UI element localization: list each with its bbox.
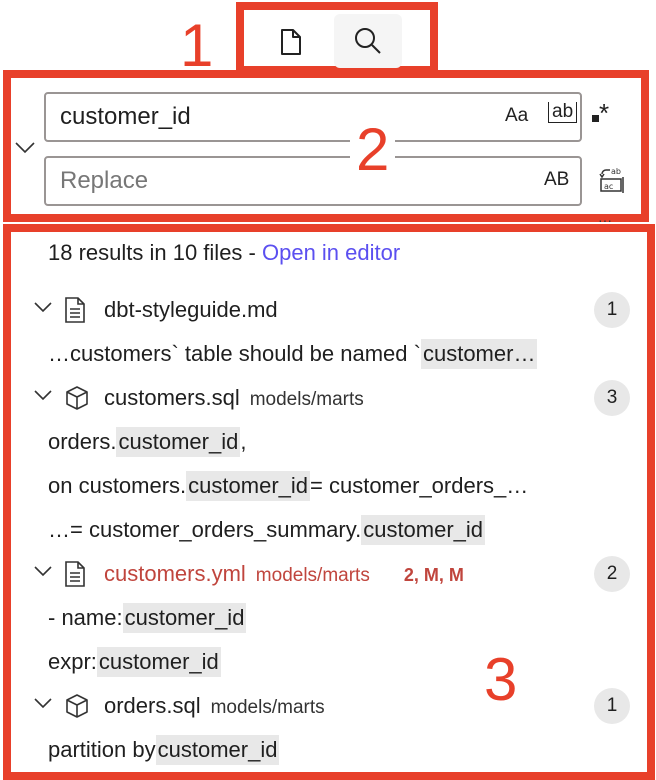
match-count-badge: 3: [594, 380, 630, 416]
annotation-label-2: 2: [350, 120, 396, 180]
preserve-case-toggle[interactable]: AB: [544, 169, 569, 191]
file-icon: [281, 29, 301, 55]
document-icon: [64, 297, 86, 329]
file-entry: dbt-styleguide.md: [104, 297, 278, 323]
toggle-replace-chevron-icon[interactable]: [14, 140, 36, 154]
match-line[interactable]: …customers` table should be named ` custo…: [0, 332, 640, 376]
chevron-down-icon[interactable]: [34, 389, 52, 401]
chevron-down-icon[interactable]: [34, 301, 52, 313]
match-case-toggle[interactable]: Aa: [505, 105, 528, 127]
match-whole-word-toggle[interactable]: ab: [548, 102, 578, 123]
file-result[interactable]: dbt-styleguide.md 1: [0, 288, 640, 332]
tab-explorer[interactable]: [266, 20, 316, 64]
match-prefix: orders.: [48, 429, 117, 454]
replace-placeholder: Replace: [60, 167, 149, 194]
search-icon: [355, 28, 381, 54]
cube-icon: [64, 385, 90, 417]
file-path: models/marts: [249, 389, 364, 410]
annotation-label-3: 3: [484, 646, 518, 713]
match-highlight: customer_id: [186, 471, 311, 501]
chevron-down-icon[interactable]: [34, 697, 52, 709]
search-input[interactable]: customer_id: [44, 92, 582, 142]
match-line[interactable]: partition by customer_id: [0, 728, 640, 772]
match-prefix: - name:: [48, 605, 123, 630]
annotation-label-1: 1: [180, 12, 214, 79]
use-regex-toggle[interactable]: *: [592, 98, 609, 129]
file-entry: orders.sql models/marts: [104, 693, 325, 719]
file-path: models/marts: [210, 697, 325, 718]
match-highlight: customer_id: [122, 603, 247, 633]
match-highlight: customer…: [420, 339, 538, 369]
file-name: customers.yml: [104, 561, 246, 586]
file-result[interactable]: orders.sql models/marts 1: [0, 684, 640, 728]
tab-search[interactable]: [334, 14, 402, 68]
match-suffix: ,: [240, 429, 247, 454]
match-highlight: customer_id: [361, 515, 486, 545]
match-prefix: …= customer_orders_summary.: [48, 517, 362, 542]
file-name: customers.sql: [104, 385, 240, 410]
file-status: 2, M, M: [403, 565, 464, 585]
file-entry: customers.sql models/marts: [104, 385, 364, 411]
file-name: orders.sql: [104, 693, 201, 718]
document-icon: [64, 561, 86, 593]
more-dots: ···: [598, 212, 612, 228]
replace-input[interactable]: Replace: [44, 156, 582, 206]
match-line[interactable]: on customers. customer_id = customer_orde…: [0, 464, 640, 508]
open-in-editor-link[interactable]: Open in editor: [262, 240, 400, 265]
chevron-down-icon[interactable]: [34, 565, 52, 577]
file-name: dbt-styleguide.md: [104, 297, 278, 322]
match-line[interactable]: …= customer_orders_summary. customer_id: [0, 508, 640, 552]
file-path: models/marts: [255, 565, 370, 586]
match-line[interactable]: expr: customer_id: [0, 640, 640, 684]
match-count-badge: 2: [594, 556, 630, 592]
match-highlight: customer_id: [155, 735, 280, 765]
file-result[interactable]: customers.sql models/marts 3: [0, 376, 640, 420]
replace-all-icon[interactable]: ab ac: [598, 165, 626, 193]
match-count-badge: 1: [594, 688, 630, 724]
match-prefix: on customers.: [48, 473, 187, 498]
cube-icon: [64, 693, 90, 725]
match-prefix: …customers` table should be named `: [48, 341, 421, 366]
search-value: customer_id: [60, 103, 191, 130]
match-highlight: customer_id: [96, 647, 221, 677]
match-suffix: = customer_orders_…: [310, 473, 529, 498]
file-entry: customers.yml models/marts 2, M, M: [104, 561, 464, 587]
match-line[interactable]: orders. customer_id,: [0, 420, 640, 464]
results-summary: 18 results in 10 files - Open in editor: [48, 240, 400, 266]
match-highlight: customer_id: [116, 427, 241, 457]
match-count-badge: 1: [594, 292, 630, 328]
match-prefix: expr:: [48, 649, 97, 674]
match-line[interactable]: - name: customer_id: [0, 596, 640, 640]
results-count: 18 results in 10 files -: [48, 240, 262, 265]
regex-star: *: [599, 98, 610, 128]
svg-text:ac: ac: [604, 182, 613, 191]
match-prefix: partition by: [48, 737, 156, 762]
file-result[interactable]: customers.yml models/marts 2, M, M 2: [0, 552, 640, 596]
svg-text:ab: ab: [611, 167, 621, 176]
